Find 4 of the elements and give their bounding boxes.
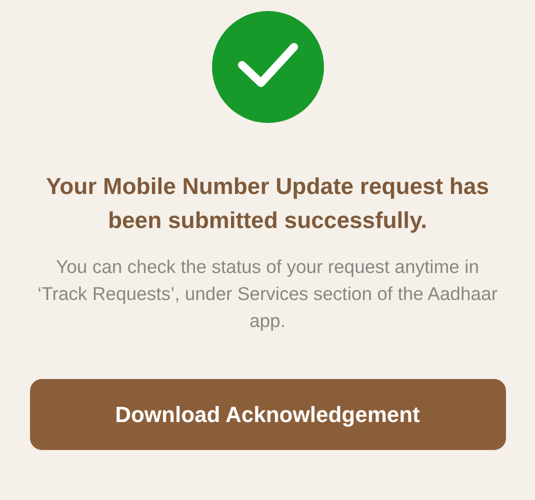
success-title: Your Mobile Number Update request has been submitted successfully.: [44, 172, 490, 235]
download-button[interactable]: Download Acknowledgement: [30, 379, 506, 450]
status-message: You can check the status of your request anytime in ‘Track Requests’, under Services section of the Aadhaar app.: [36, 255, 498, 333]
success-check-icon: [212, 11, 324, 123]
